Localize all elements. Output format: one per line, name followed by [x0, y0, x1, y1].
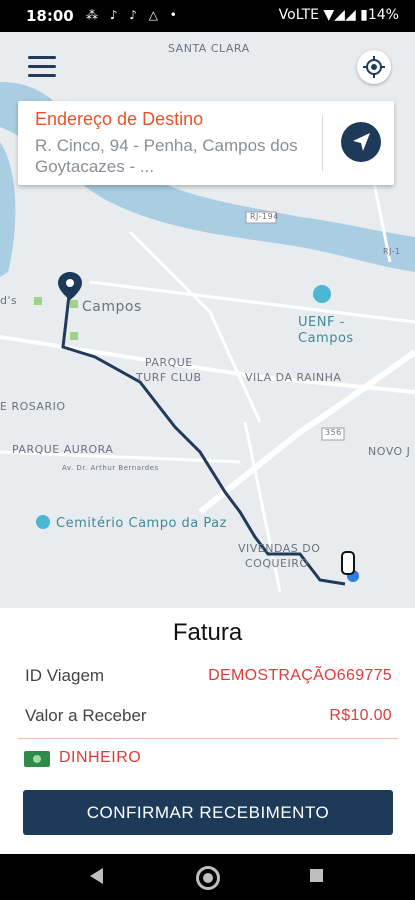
- map-label-uenf-campos: Campos: [298, 331, 354, 346]
- destination-card[interactable]: Endereço de Destino R. Cinco, 94 - Penha…: [18, 101, 394, 185]
- status-time: 18:00: [26, 7, 74, 25]
- recent-square-icon[interactable]: [310, 869, 323, 882]
- map-label-road-356: 356: [325, 428, 342, 437]
- notification-icons: ⁂ ♪ ♪ △ •: [86, 8, 181, 22]
- map-label-campos: Campos: [82, 299, 142, 315]
- card-divider: [322, 115, 323, 171]
- map-label-santa-clara: SANTA CLARA: [168, 42, 250, 55]
- invoice-title: Fatura: [172, 619, 243, 646]
- map-label-uenf: UENF -: [298, 315, 345, 330]
- navigation-arrow-icon: [353, 133, 370, 151]
- hamburger-icon: [28, 56, 56, 59]
- confirm-receipt-button[interactable]: CONFIRMAR RECEBIMENTO: [23, 790, 393, 835]
- home-circle-icon[interactable]: [196, 866, 220, 890]
- map-label-parque: PARQUE: [145, 356, 193, 369]
- amount-value: R$10.00: [329, 707, 392, 724]
- locate-button[interactable]: [357, 50, 391, 84]
- payment-method: DINHEIRO: [59, 749, 142, 766]
- divider-line: [18, 738, 398, 739]
- map-label-rosario: E ROSARIO: [0, 400, 66, 413]
- cash-icon: [24, 751, 50, 767]
- map-label-partial: d's: [0, 294, 18, 307]
- trip-id-label: ID Viagem: [25, 666, 105, 685]
- trip-id-value: DEMOSTRAÇÃO669775: [208, 667, 392, 684]
- menu-button[interactable]: [28, 56, 56, 78]
- map-label-av-arthur: Av. Dr. Arthur Bernardes: [62, 464, 159, 472]
- amount-label: Valor a Receber: [25, 706, 147, 725]
- map-label-turf-club: TURF CLUB: [136, 371, 202, 384]
- status-right-icons: VoLTE ▼◢◢ ▮14%: [278, 7, 399, 23]
- status-bar: 18:00 ⁂ ♪ ♪ △ • VoLTE ▼◢◢ ▮14%: [0, 0, 415, 32]
- map-label-rj: RJ-1: [383, 247, 401, 256]
- map-view[interactable]: SANTA CLARA RJ-194 RJ-1 Campos UENF - Ca…: [0, 32, 415, 608]
- crosshair-icon: [363, 56, 385, 78]
- invoice-sheet: Fatura ID Viagem DEMOSTRAÇÃO669775 Valor…: [0, 608, 415, 854]
- map-label-vila-rainha: VILA DA RAINHA: [245, 371, 342, 384]
- system-nav-bar: [0, 854, 415, 900]
- destination-title: Endereço de Destino: [35, 109, 204, 129]
- map-label-parque-aurora: PARQUE AURORA: [12, 443, 114, 456]
- map-label-cemiterio: Cemitério Campo da Paz: [56, 516, 227, 531]
- destination-address: R. Cinco, 94 - Penha, Campos dos Goytaca…: [35, 136, 298, 176]
- map-label-rj194: RJ-194: [250, 212, 279, 221]
- map-label-vivendas: VIVENDAS DO: [238, 542, 321, 555]
- map-label-novo: NOVO J: [368, 445, 411, 458]
- navigate-button[interactable]: [341, 122, 381, 162]
- map-label-coqueiro: COQUEIRO: [245, 557, 309, 570]
- back-triangle-icon[interactable]: [90, 868, 103, 884]
